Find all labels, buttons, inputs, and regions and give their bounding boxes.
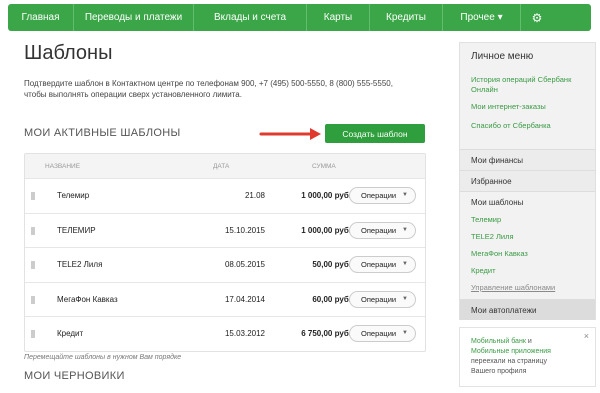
template-date: 08.05.2015 [224,260,265,269]
chevron-down-icon: ▼ [402,330,408,336]
template-sum: 1 000,00 руб. [301,191,351,200]
sidebar-template-link[interactable]: МегаФон Кавказ [471,249,591,259]
top-navigation: Главная Переводы и платежи Вклады и счет… [8,4,591,31]
active-templates-heading: МОИ АКТИВНЫЕ ШАБЛОНЫ [24,127,181,139]
promo-text: Вашего профиля [471,368,527,375]
table-row[interactable]: TELE2 Лиля 08.05.2015 50,00 руб. Операци… [25,247,425,282]
column-header-date: ДАТА [213,163,230,170]
template-name[interactable]: Кредит [57,329,83,338]
link-line: Онлайн [471,85,498,94]
sidebar-template-link[interactable]: Кредит [471,266,591,276]
sidebar-link-internet-orders[interactable]: Мои интернет-заказы [471,102,591,112]
operations-label: Операции [361,191,397,200]
arrow-icon [259,128,321,140]
close-icon[interactable]: × [584,331,589,341]
sidebar-item-favorites[interactable]: Избранное [460,170,595,191]
operations-dropdown[interactable]: Операции ▼ [349,325,416,342]
personal-menu: Личное меню История операций Сбербанк Он… [459,42,596,320]
sidebar-template-link[interactable]: TELE2 Лиля [471,232,591,242]
table-header: НАЗВАНИЕ ДАТА СУММА [25,154,425,178]
templates-table: НАЗВАНИЕ ДАТА СУММА Телемир 21.08 1 000,… [24,153,426,352]
mobile-bank-link[interactable]: Мобильный банк [471,338,526,345]
promo-notice: × Мобильный банк и Мобильные приложения … [459,327,596,387]
drag-handle-icon[interactable] [31,330,35,338]
sidebar-item-finances[interactable]: Мои финансы [460,149,595,170]
drag-handle-icon[interactable] [31,226,35,235]
link-line: История операций Сбербанк [471,75,572,84]
drag-handle-icon[interactable] [31,261,35,269]
nav-credits[interactable]: Кредиты [370,4,443,31]
operations-dropdown[interactable]: Операции ▼ [349,187,416,204]
template-sum: 50,00 руб. [312,260,351,269]
chevron-down-icon: ▼ [402,192,408,198]
mobile-apps-link[interactable]: Мобильные приложения [471,347,584,357]
personal-menu-title: Личное меню [471,51,534,62]
settings-button[interactable]: ⚙ [521,4,553,31]
sidebar-item-templates[interactable]: Мои шаблоны [460,191,595,212]
notice-line: Подтвердите шаблон в Контактном центре п… [24,79,393,88]
template-name[interactable]: TELE2 Лиля [57,260,102,269]
sidebar-link-operations-history[interactable]: История операций Сбербанк Онлайн [471,75,591,95]
drag-handle-icon[interactable] [31,192,35,200]
sidebar-template-link[interactable]: Телемир [471,215,591,225]
template-date: 17.04.2014 [224,294,265,304]
chevron-down-icon: ▼ [402,226,408,233]
chevron-down-icon: ▼ [402,295,408,302]
nav-other-dropdown[interactable]: Прочее ▾ [443,4,521,31]
operations-dropdown[interactable]: Операции ▼ [349,256,416,273]
template-sum: 1 000,00 руб. [301,225,351,235]
template-name[interactable]: ТЕЛЕМИР [57,226,96,235]
nav-home[interactable]: Главная [8,4,74,31]
manage-templates-link[interactable]: Управление шаблонами [471,283,591,293]
sidebar-item-autopayments[interactable]: Мои автоплатежи [460,299,595,320]
operations-label: Операции [361,329,397,338]
operations-label: Операции [361,225,397,235]
drag-handle-icon[interactable] [31,295,35,304]
nav-cards[interactable]: Карты [307,4,370,31]
operations-dropdown[interactable]: Операции ▼ [349,290,416,308]
template-name[interactable]: МегаФон Кавказ [57,295,118,304]
drafts-heading: МОИ ЧЕРНОВИКИ [24,370,125,382]
page-title: Шаблоны [24,42,113,64]
confirmation-notice: Подтвердите шаблон в Контактном центре п… [24,78,394,100]
template-date: 15.10.2015 [224,225,265,235]
table-row[interactable]: Телемир 21.08 1 000,00 руб. Операции ▼ [25,178,425,213]
gear-icon: ⚙ [531,10,543,25]
template-name[interactable]: Телемир [57,191,89,200]
reorder-hint: Перемещайте шаблоны в нужном Вам порядке [24,354,182,361]
column-header-name: НАЗВАНИЕ [45,163,81,170]
nav-transfers-payments[interactable]: Переводы и платежи [74,4,194,31]
template-date: 15.03.2012 [224,329,265,338]
column-header-sum: СУММА [312,163,336,170]
template-sum: 6 750,00 руб. [301,329,351,338]
operations-dropdown[interactable]: Операции ▼ [349,221,416,239]
sidebar-link-spasibo[interactable]: Спасибо от Сбербанка [471,121,591,131]
table-row[interactable]: МегаФон Кавказ 17.04.2014 60,00 руб. Опе… [25,281,425,317]
promo-text: и [525,338,532,345]
table-row[interactable]: Кредит 15.03.2012 6 750,00 руб. Операции… [25,316,425,351]
create-template-button[interactable]: Создать шаблон [325,124,425,143]
table-row[interactable]: ТЕЛЕМИР 15.10.2015 1 000,00 руб. Операци… [25,212,425,248]
template-date: 21.08 [244,191,265,200]
nav-deposits-accounts[interactable]: Вклады и счета [194,4,307,31]
promo-text: переехали на страницу [471,358,547,365]
template-sum: 60,00 руб. [312,294,351,304]
operations-label: Операции [361,260,397,269]
chevron-down-icon: ▼ [402,261,408,267]
operations-label: Операции [361,294,397,304]
notice-line: чтобы выполнять операции сверх установле… [24,90,242,99]
